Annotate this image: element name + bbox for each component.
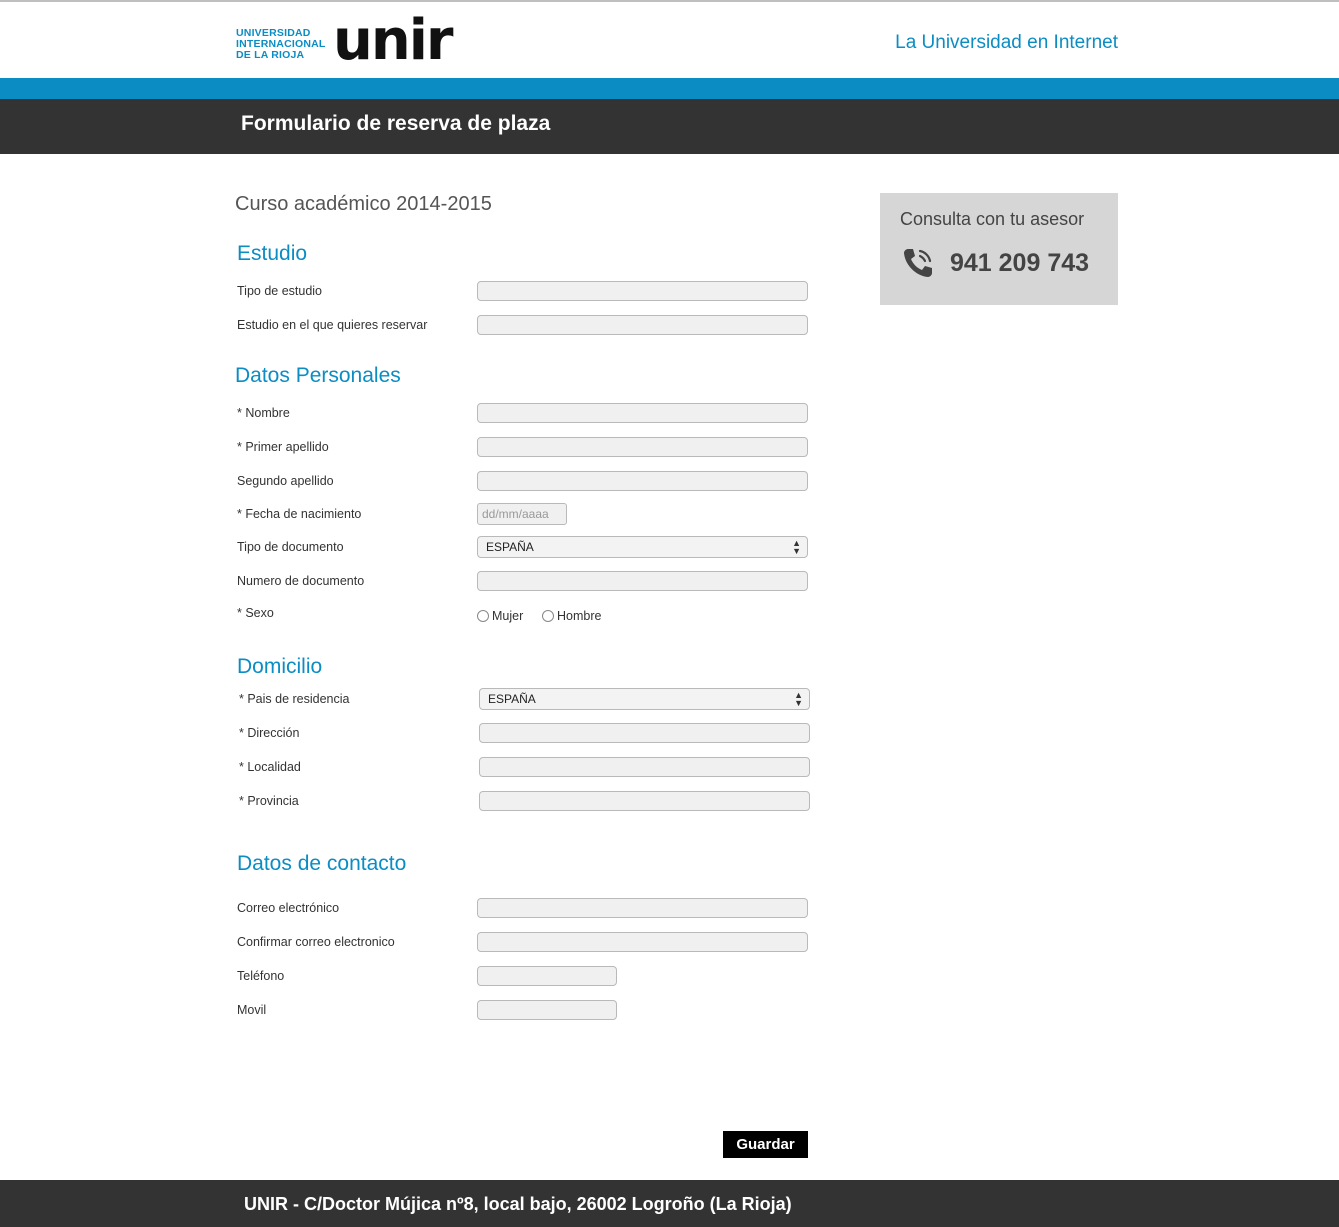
guardar-button[interactable]: Guardar bbox=[723, 1131, 808, 1158]
localidad-input[interactable] bbox=[479, 757, 810, 777]
blue-divider bbox=[0, 78, 1339, 99]
estudio-reservar-input[interactable] bbox=[477, 315, 808, 335]
label-tipo-documento: Tipo de documento bbox=[237, 540, 344, 554]
advisor-cta: Consulta con tu asesor bbox=[900, 209, 1085, 229]
unir-logo[interactable]: unir bbox=[333, 6, 454, 76]
title-bar: Formulario de reserva de plaza bbox=[0, 99, 1339, 154]
label-direccion: * Dirección bbox=[239, 726, 300, 740]
correo-input[interactable] bbox=[477, 898, 808, 918]
label-correo: Correo electrónico bbox=[237, 901, 340, 915]
label-confirmar-correo: Confirmar correo electronico bbox=[237, 935, 395, 949]
section-estudio: Estudio bbox=[237, 242, 308, 265]
select-arrows-icon: ▲ ▼ bbox=[792, 538, 801, 556]
course-year: Curso académico 2014-2015 bbox=[235, 193, 492, 215]
page-title: Formulario de reserva de plaza bbox=[241, 112, 551, 135]
label-sexo: * Sexo bbox=[237, 606, 274, 620]
advisor-phone[interactable]: 941 209 743 bbox=[950, 249, 1089, 278]
section-domicilio: Domicilio bbox=[237, 655, 323, 678]
radio-circle[interactable] bbox=[477, 610, 489, 622]
label-telefono: Teléfono bbox=[237, 969, 285, 983]
section-datos-contacto: Datos de contacto bbox=[237, 852, 407, 875]
tipo-estudio-input[interactable] bbox=[477, 281, 808, 301]
movil-input[interactable] bbox=[477, 1000, 617, 1020]
footer: UNIR - C/Doctor Mújica nº8, local bajo, … bbox=[0, 1180, 1339, 1227]
label-movil: Movil bbox=[237, 1003, 267, 1017]
tipo-documento-select[interactable]: ESPAÑA ▲ ▼ bbox=[477, 536, 808, 558]
pais-residencia-select[interactable]: ESPAÑA ▲ ▼ bbox=[479, 688, 810, 710]
label-segundo-apellido: Segundo apellido bbox=[237, 474, 334, 488]
select-arrows-icon: ▲ ▼ bbox=[794, 690, 803, 708]
footer-address: UNIR - C/Doctor Mújica nº8, local bajo, … bbox=[244, 1194, 792, 1214]
direccion-input[interactable] bbox=[479, 723, 810, 743]
label-numero-documento: Numero de documento bbox=[237, 574, 365, 588]
label-pais-residencia: * Pais de residencia bbox=[239, 692, 350, 706]
nombre-input[interactable] bbox=[477, 403, 808, 423]
label-nombre: * Nombre bbox=[237, 406, 290, 420]
radio-mujer[interactable]: Mujer bbox=[477, 609, 523, 623]
label-tipo-estudio: Tipo de estudio bbox=[237, 284, 323, 298]
phone-icon bbox=[904, 249, 932, 277]
segundo-apellido-input[interactable] bbox=[477, 471, 808, 491]
label-estudio-reservar: Estudio en el que quieres reservar bbox=[237, 318, 428, 332]
fecha-nacimiento-input[interactable]: dd/mm/aaaa bbox=[477, 503, 567, 525]
label-provincia: * Provincia bbox=[239, 794, 299, 808]
tipo-documento-value: ESPAÑA bbox=[486, 540, 534, 554]
radio-circle[interactable] bbox=[542, 610, 554, 622]
section-datos-personales: Datos Personales bbox=[235, 364, 401, 387]
advisor-box: Consulta con tu asesor 941 209 743 bbox=[880, 193, 1118, 305]
label-localidad: * Localidad bbox=[239, 760, 301, 774]
radio-hombre[interactable]: Hombre bbox=[542, 609, 601, 623]
numero-documento-input[interactable] bbox=[477, 571, 808, 591]
university-name: UNIVERSIDAD INTERNACIONAL DE LA RIOJA bbox=[236, 27, 326, 61]
tagline: La Universidad en Internet bbox=[895, 32, 1118, 53]
primer-apellido-input[interactable] bbox=[477, 437, 808, 457]
telefono-input[interactable] bbox=[477, 966, 617, 986]
confirmar-correo-input[interactable] bbox=[477, 932, 808, 952]
provincia-input[interactable] bbox=[479, 791, 810, 811]
label-fecha-nacimiento: * Fecha de nacimiento bbox=[237, 507, 362, 521]
pais-residencia-value: ESPAÑA bbox=[488, 692, 536, 706]
header: UNIVERSIDAD INTERNACIONAL DE LA RIOJA un… bbox=[0, 2, 1339, 78]
label-primer-apellido: * Primer apellido bbox=[237, 440, 329, 454]
